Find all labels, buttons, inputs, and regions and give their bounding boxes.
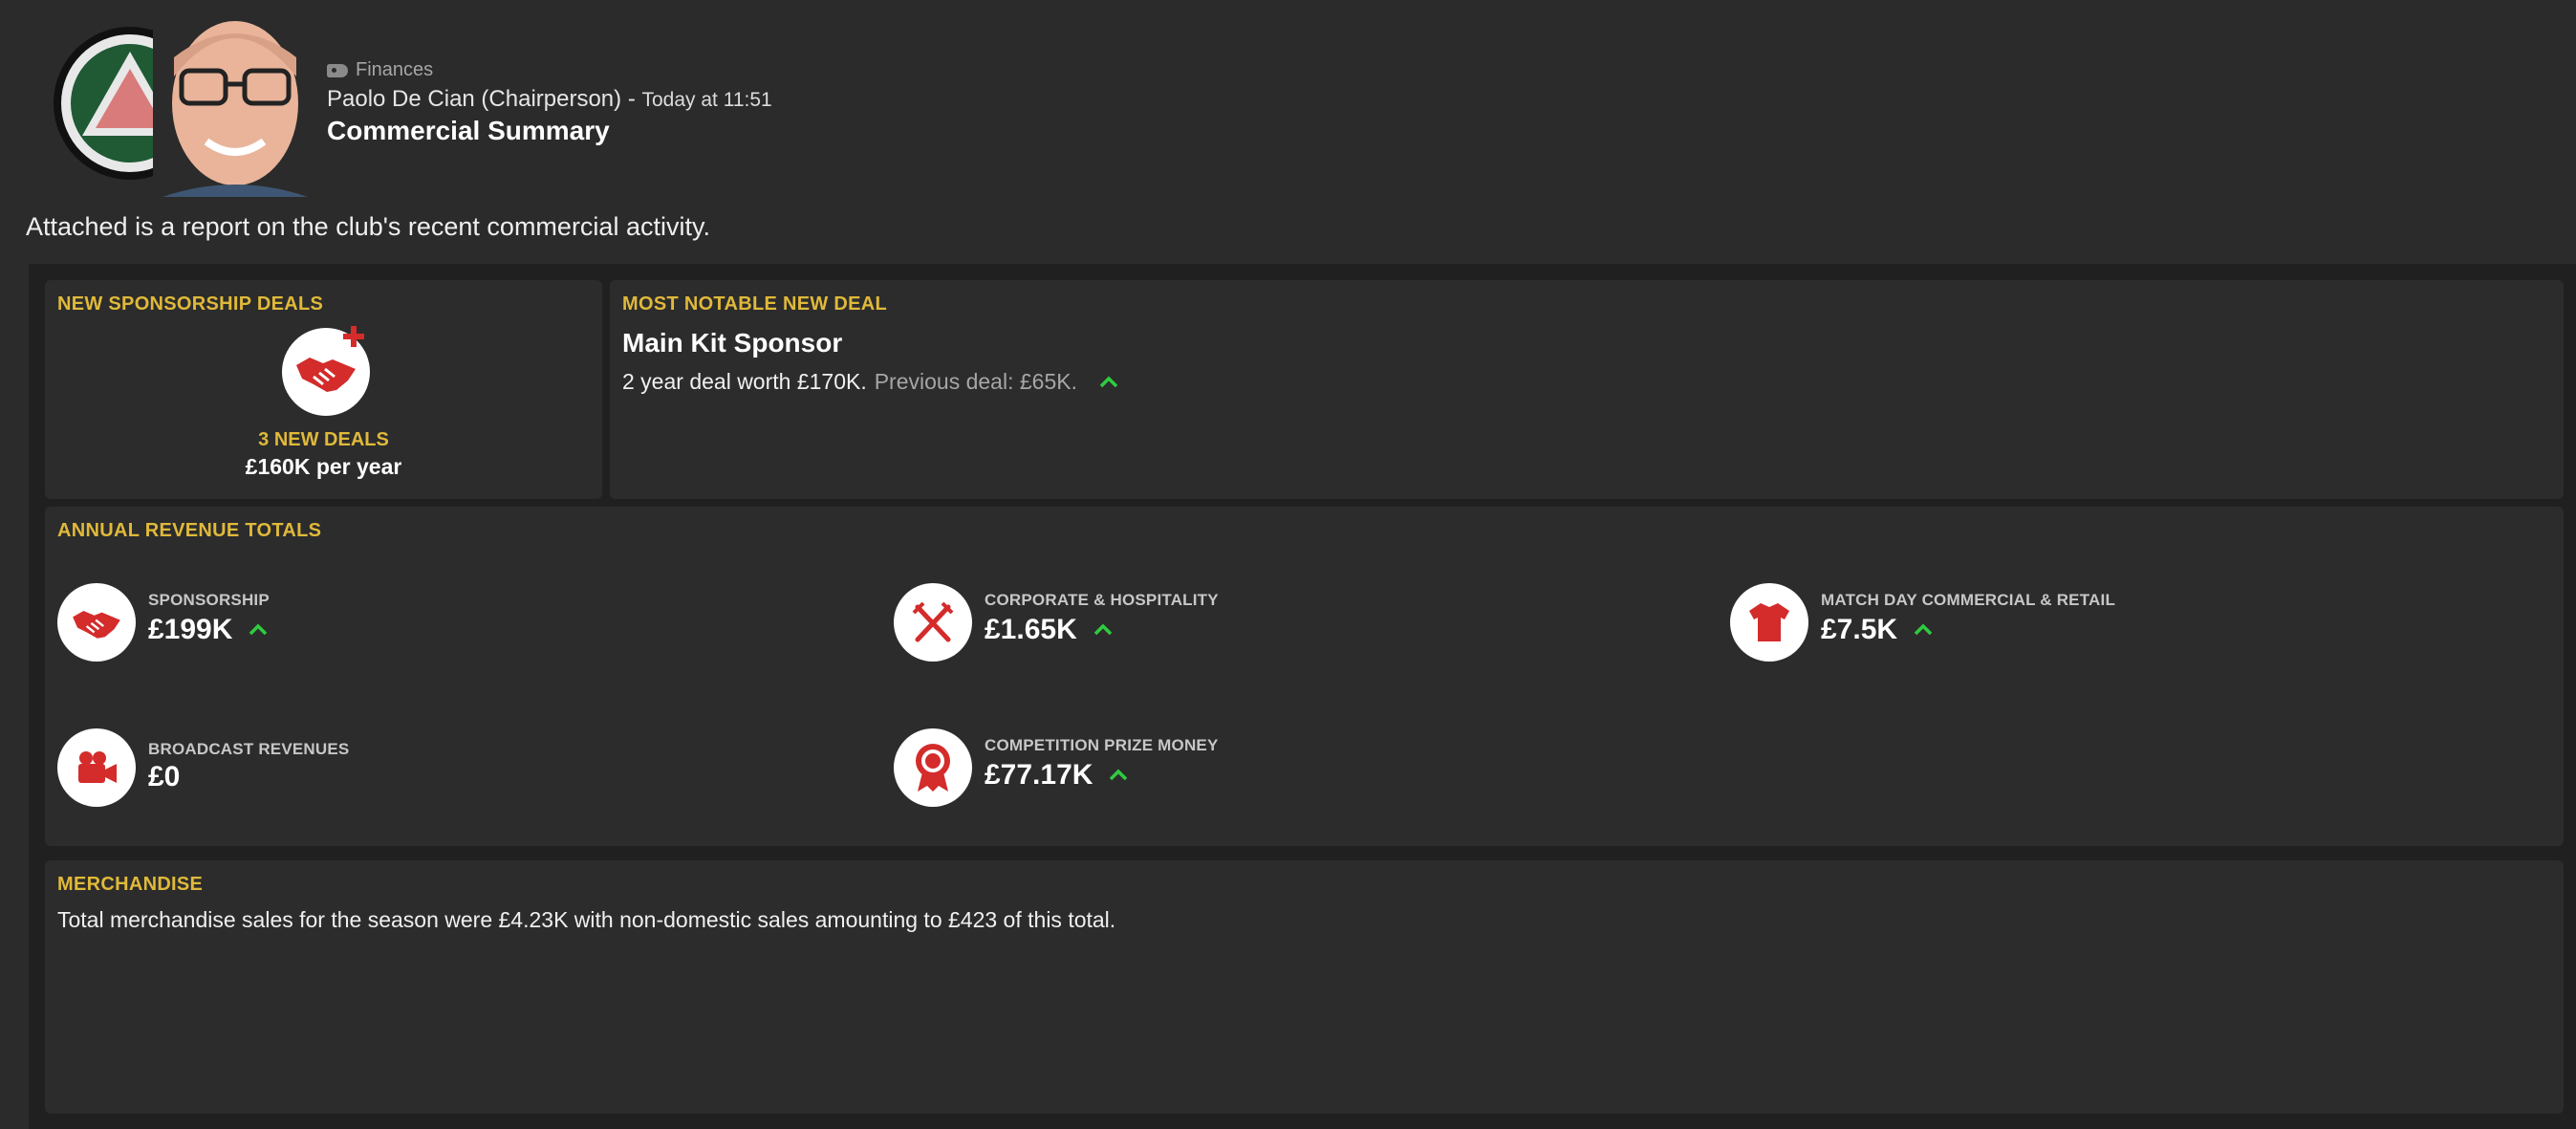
tag-icon bbox=[327, 63, 348, 77]
sender-name: Paolo De Cian (Chairperson) bbox=[327, 86, 622, 112]
trend-up-icon bbox=[1914, 623, 1933, 636]
category-label: Finances bbox=[356, 59, 434, 80]
panel-title: MERCHANDISE bbox=[57, 874, 204, 895]
merchandise-text: Total merchandise sales for the season w… bbox=[57, 907, 1116, 932]
deal-count: 3 NEW DEALS bbox=[258, 429, 389, 450]
revenue-value: £7.5K bbox=[1821, 614, 1898, 645]
trend-up-icon bbox=[1093, 623, 1112, 636]
message-category: Finances bbox=[327, 59, 433, 81]
cutlery-icon bbox=[894, 583, 972, 662]
sponsorship-deals-panel: NEW SPONSORSHIP DEALS 3 NEW DEALS £160K … bbox=[45, 280, 602, 499]
revenue-value-row: £199K bbox=[148, 614, 269, 646]
revenue-value-row: £77.17K bbox=[985, 759, 1129, 792]
separator: - bbox=[621, 86, 642, 112]
revenue-label: MATCH DAY COMMERCIAL & RETAIL bbox=[1821, 591, 2116, 609]
revenue-value: £77.17K bbox=[985, 759, 1093, 791]
merchandise-panel: MERCHANDISE Total merchandise sales for … bbox=[45, 860, 2564, 1114]
revenue-label: CORPORATE & HOSPITALITY bbox=[985, 591, 1219, 609]
trend-up-icon bbox=[1110, 769, 1128, 781]
revenue-value: £199K bbox=[148, 614, 233, 645]
annual-revenue-panel: ANNUAL REVENUE TOTALS SPONSORSHIP £199K … bbox=[45, 507, 2564, 846]
revenue-value-row: £0 bbox=[148, 761, 180, 793]
revenue-value: £0 bbox=[148, 761, 181, 792]
revenue-label: SPONSORSHIP bbox=[148, 591, 270, 609]
report-frame: NEW SPONSORSHIP DEALS 3 NEW DEALS £160K … bbox=[29, 264, 2576, 1129]
panel-title: MOST NOTABLE NEW DEAL bbox=[622, 293, 888, 315]
revenue-value: £1.65K bbox=[985, 614, 1077, 645]
video-camera-icon bbox=[57, 728, 136, 807]
handshake-icon bbox=[57, 583, 136, 662]
deal-detail: 2 year deal worth £170K. bbox=[622, 369, 867, 394]
intro-text: Attached is a report on the club's recen… bbox=[26, 212, 710, 241]
deal-detail-row: 2 year deal worth £170K. Previous deal: … bbox=[622, 369, 1119, 395]
message-sender: Paolo De Cian (Chairperson) - Today at 1… bbox=[327, 86, 772, 113]
message-title: Commercial Summary bbox=[327, 116, 610, 145]
deal-per-year: £160K per year bbox=[245, 454, 402, 479]
shirt-icon bbox=[1730, 583, 1808, 662]
notable-deal-panel: MOST NOTABLE NEW DEAL Main Kit Sponsor 2… bbox=[610, 280, 2564, 499]
trend-up-icon bbox=[249, 623, 268, 636]
revenue-label: BROADCAST REVENUES bbox=[148, 740, 350, 758]
panel-title: NEW SPONSORSHIP DEALS bbox=[57, 293, 324, 315]
trend-up-icon bbox=[1099, 376, 1118, 387]
previous-deal: Previous deal: £65K. bbox=[874, 369, 1077, 394]
panel-title: ANNUAL REVENUE TOTALS bbox=[57, 520, 322, 541]
revenue-value-row: £7.5K bbox=[1821, 614, 1934, 646]
deal-name: Main Kit Sponsor bbox=[622, 328, 843, 358]
revenue-value-row: £1.65K bbox=[985, 614, 1114, 646]
avatar bbox=[153, 10, 317, 197]
message-time: Today at 11:51 bbox=[641, 89, 772, 111]
revenue-label: COMPETITION PRIZE MONEY bbox=[985, 736, 1219, 754]
plus-icon bbox=[343, 326, 364, 347]
rosette-icon bbox=[894, 728, 972, 807]
